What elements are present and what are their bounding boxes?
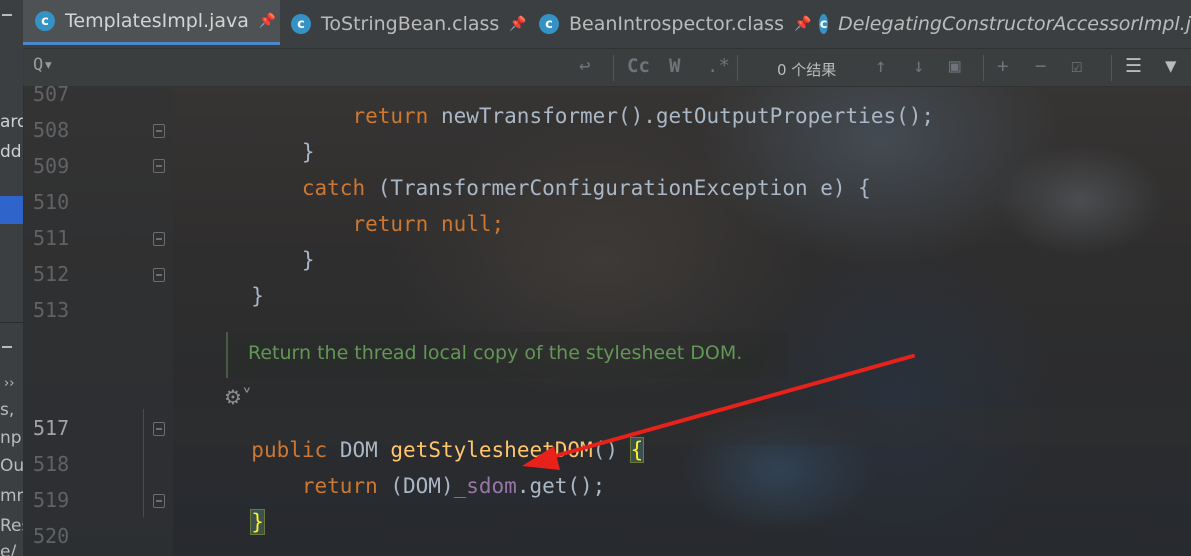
annotation-arrow <box>522 354 915 470</box>
